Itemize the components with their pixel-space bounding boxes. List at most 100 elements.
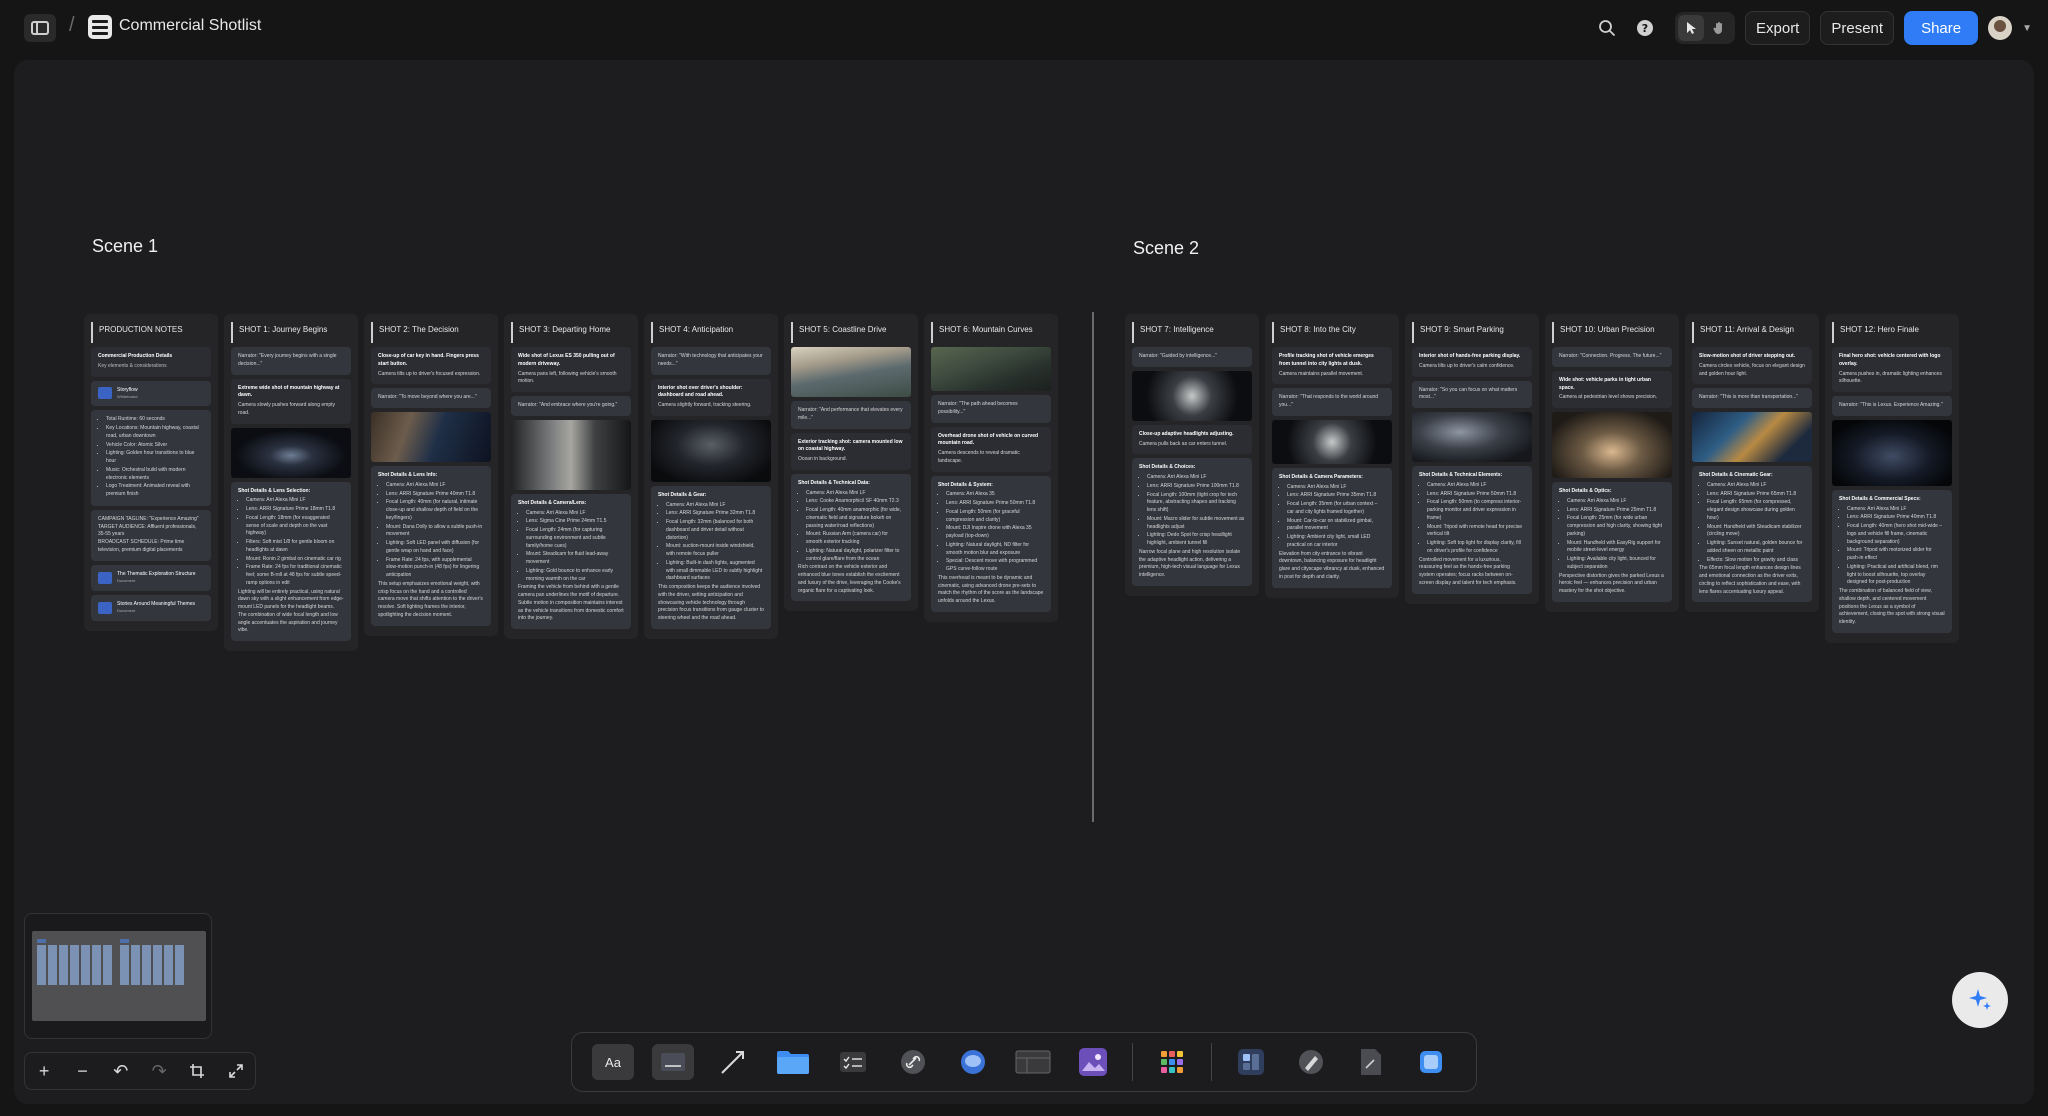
narrator-card[interactable]: Narrator: "The path ahead becomes possib…: [931, 395, 1051, 423]
shot-image[interactable]: [1552, 412, 1672, 478]
shot-details-card[interactable]: Shot Details & System: Camera: Arri Alex…: [931, 475, 1051, 612]
narrator-card[interactable]: Narrator: "This is Lexus. Experience Ama…: [1832, 396, 1952, 416]
document-link-card[interactable]: Stories Around Meaningful Themes Document: [91, 594, 211, 621]
undo-button[interactable]: ↶: [108, 1058, 134, 1084]
shot-details-card[interactable]: Shot Details & Optics: Camera: Arri Alex…: [1552, 482, 1672, 602]
shot-description-card[interactable]: Slow-motion shot of driver stepping out.…: [1692, 347, 1812, 385]
export-button[interactable]: Export: [1745, 11, 1811, 45]
shot-column[interactable]: SHOT 3: Departing Home Wide shot of Lexu…: [504, 314, 638, 639]
shot-details-card[interactable]: Shot Details & Choices: Camera: Arri Ale…: [1132, 458, 1252, 586]
shot-column[interactable]: SHOT 9: Smart Parking Interior shot of h…: [1405, 314, 1539, 604]
shot-image[interactable]: [931, 347, 1051, 391]
narrator-card[interactable]: Narrator: "This is more than transportat…: [1692, 388, 1812, 408]
shot-description-card[interactable]: Final hero shot: vehicle centered with l…: [1832, 347, 1952, 392]
shot-column[interactable]: SHOT 2: The Decision Close-up of car key…: [364, 314, 498, 636]
shot-description-card[interactable]: Close-up adaptive headlights adjusting. C…: [1132, 424, 1252, 455]
pointer-mode-button[interactable]: [1678, 15, 1704, 41]
shot-description-card[interactable]: Interior shot over driver's shoulder: da…: [651, 378, 771, 416]
template-tool[interactable]: [1230, 1044, 1272, 1080]
narrator-card[interactable]: Narrator: "And performance that elevates…: [791, 401, 911, 429]
shot-image[interactable]: [1132, 370, 1252, 421]
campaign-card[interactable]: CAMPAIGN TAGLINE: "Experience Amazing" T…: [91, 509, 211, 561]
whiteboard-canvas[interactable]: Scene 1 Scene 2 PRODUCTION NOTES Commerc…: [14, 60, 2034, 1104]
search-button[interactable]: [1593, 14, 1621, 42]
folder-tool[interactable]: [772, 1044, 814, 1080]
shot-image[interactable]: [231, 427, 351, 478]
shot-description-card[interactable]: Extreme wide shot of mountain highway at…: [231, 378, 351, 424]
storyflow-link-card[interactable]: Storyflow Whiteboard: [91, 380, 211, 407]
narrator-card[interactable]: Narrator: "Guided by intelligence...": [1132, 347, 1252, 367]
shot-description-card[interactable]: Wide shot: vehicle parks in tight urban …: [1552, 370, 1672, 408]
help-button[interactable]: ?: [1631, 14, 1659, 42]
shot-image[interactable]: [651, 419, 771, 482]
shot-details-card[interactable]: Shot Details & Lens Selection: Camera: A…: [231, 481, 351, 641]
comment-tool[interactable]: [952, 1044, 994, 1080]
shot-column[interactable]: SHOT 12: Hero Finale Final hero shot: ve…: [1825, 314, 1959, 643]
zoom-in-button[interactable]: +: [31, 1058, 57, 1084]
production-details-card[interactable]: Commercial Production Details Key elemen…: [91, 347, 211, 377]
shot-description-card[interactable]: Exterior tracking shot: camera mounted l…: [791, 432, 911, 470]
shot-details-card[interactable]: Shot Details & Cinematic Gear: Camera: A…: [1692, 466, 1812, 603]
shot-details-card[interactable]: Shot Details & Technical Data: Camera: A…: [791, 473, 911, 602]
shot-column[interactable]: SHOT 8: Into the City Profile tracking s…: [1265, 314, 1399, 598]
sticky-note-tool[interactable]: [652, 1044, 694, 1080]
shot-image[interactable]: [1272, 419, 1392, 464]
arrow-tool[interactable]: [712, 1044, 754, 1080]
document-link-card[interactable]: The Thematic Exploration Structure Docume…: [91, 564, 211, 591]
shot-description-card[interactable]: Interior shot of hands-free parking disp…: [1412, 347, 1532, 377]
shot-column[interactable]: SHOT 5: Coastline Drive Narrator: "And p…: [784, 314, 918, 612]
shot-image[interactable]: [371, 412, 491, 462]
shot-image[interactable]: [791, 347, 911, 397]
sidebar-toggle-button[interactable]: [24, 14, 56, 42]
shot-details-card[interactable]: Shot Details & Technical Elements: Camer…: [1412, 466, 1532, 594]
checklist-tool[interactable]: [832, 1044, 874, 1080]
production-notes-column[interactable]: PRODUCTION NOTES Commercial Production D…: [84, 314, 218, 631]
shot-column[interactable]: SHOT 4: Anticipation Narrator: "With tec…: [644, 314, 778, 639]
shot-description-card[interactable]: Overhead drone shot of vehicle on curved…: [931, 426, 1051, 472]
document-tool[interactable]: [1350, 1044, 1392, 1080]
apps-tool[interactable]: [1151, 1044, 1193, 1080]
ai-image-tool[interactable]: [1410, 1044, 1452, 1080]
avatar[interactable]: [1988, 16, 2013, 40]
hand-mode-button[interactable]: [1706, 15, 1732, 41]
present-button[interactable]: Present: [1820, 11, 1895, 45]
narrator-card[interactable]: Narrator: "To move beyond where you are.…: [371, 388, 491, 408]
shot-column[interactable]: SHOT 7: Intelligence Narrator: "Guided b…: [1125, 314, 1259, 596]
shot-image[interactable]: [1412, 412, 1532, 462]
chevron-down-icon[interactable]: ▼: [2022, 23, 2032, 34]
narrator-card[interactable]: Narrator: "Every journey begins with a s…: [231, 347, 351, 375]
shot-description-card[interactable]: Close-up of car key in hand. Fingers pre…: [371, 347, 491, 385]
shot-description-card[interactable]: Profile tracking shot of vehicle emerges…: [1272, 347, 1392, 385]
ai-assistant-button[interactable]: [1952, 972, 2008, 1028]
narrator-card[interactable]: Narrator: "Connection. Progress. The fut…: [1552, 347, 1672, 367]
shot-column[interactable]: SHOT 11: Arrival & Design Slow-motion sh…: [1685, 314, 1819, 613]
shot-image[interactable]: [1832, 419, 1952, 486]
redo-button[interactable]: ↷: [146, 1058, 172, 1084]
narrator-card[interactable]: Narrator: "So you can focus on what matt…: [1412, 380, 1532, 408]
narrator-card[interactable]: Narrator: "And embrace where you're goin…: [511, 396, 631, 416]
shot-column[interactable]: SHOT 1: Journey Begins Narrator: "Every …: [224, 314, 358, 651]
draw-tool[interactable]: [1290, 1044, 1332, 1080]
shot-details-card[interactable]: Shot Details & Camera/Lens: Camera: Arri…: [511, 493, 631, 629]
board-title[interactable]: Commercial Shotlist: [119, 17, 261, 35]
shot-description-card[interactable]: Wide shot of Lexus ES 350 pulling out of…: [511, 347, 631, 392]
narrator-card[interactable]: Narrator: "With technology that anticipa…: [651, 347, 771, 375]
shot-column[interactable]: SHOT 10: Urban Precision Narrator: "Conn…: [1545, 314, 1679, 612]
table-tool[interactable]: [1012, 1044, 1054, 1080]
text-tool[interactable]: Aa: [592, 1044, 634, 1080]
shot-image[interactable]: [511, 419, 631, 490]
shot-details-card[interactable]: Shot Details & Camera Parameters: Camera…: [1272, 467, 1392, 588]
fit-to-screen-button[interactable]: [223, 1058, 249, 1084]
shot-details-card[interactable]: Shot Details & Commercial Specs: Camera:…: [1832, 489, 1952, 633]
zoom-out-button[interactable]: −: [69, 1058, 95, 1084]
crop-button[interactable]: [184, 1058, 210, 1084]
shot-details-card[interactable]: Shot Details & Lens Info: Camera: Arri A…: [371, 466, 491, 626]
shot-details-card[interactable]: Shot Details & Gear: Camera: Arri Alexa …: [651, 485, 771, 629]
production-bullets-card[interactable]: Total Runtime: 60 seconds Key Locations:…: [91, 410, 211, 506]
minimap-viewport[interactable]: [32, 931, 206, 1021]
shot-column[interactable]: SHOT 6: Mountain Curves Narrator: "The p…: [924, 314, 1058, 622]
narrator-card[interactable]: Narrator: "That responds to the world ar…: [1272, 388, 1392, 416]
shot-image[interactable]: [1692, 412, 1812, 462]
link-tool[interactable]: [892, 1044, 934, 1080]
image-tool[interactable]: [1072, 1044, 1114, 1080]
